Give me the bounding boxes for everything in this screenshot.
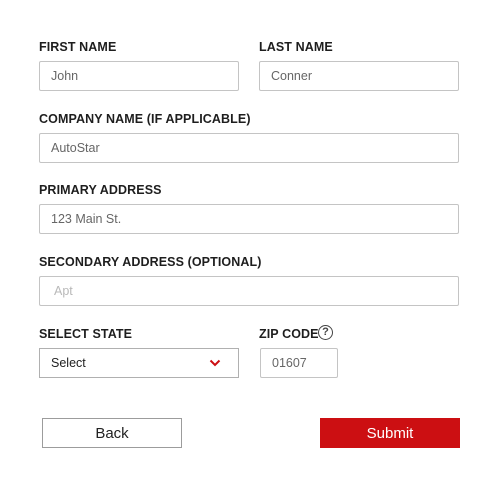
select-state-label: SELECT STATE [39, 327, 133, 341]
primary-address-label: PRIMARY ADDRESS [39, 183, 162, 197]
company-name-field[interactable]: AutoStar [39, 133, 459, 163]
state-select[interactable]: Select [39, 348, 239, 378]
first-name-field[interactable]: John [39, 61, 239, 91]
state-select-value: Select [51, 356, 86, 370]
zip-code-field[interactable]: 01607 [260, 348, 338, 378]
primary-address-field[interactable]: 123 Main St. [39, 204, 459, 234]
chevron-down-icon [209, 359, 221, 367]
last-name-label: LAST NAME [259, 40, 333, 54]
first-name-label: FIRST NAME [39, 40, 117, 54]
company-name-label: COMPANY NAME (IF APPLICABLE) [39, 112, 251, 126]
submit-button[interactable]: Submit [320, 418, 460, 448]
last-name-field[interactable]: Conner [259, 61, 459, 91]
secondary-address-label: SECONDARY ADDRESS (OPTIONAL) [39, 255, 262, 269]
back-button[interactable]: Back [42, 418, 182, 448]
zip-code-label: ZIP CODE [259, 327, 319, 341]
secondary-address-field[interactable]: Apt [39, 276, 459, 306]
question-circle-icon[interactable]: ? [318, 325, 333, 340]
